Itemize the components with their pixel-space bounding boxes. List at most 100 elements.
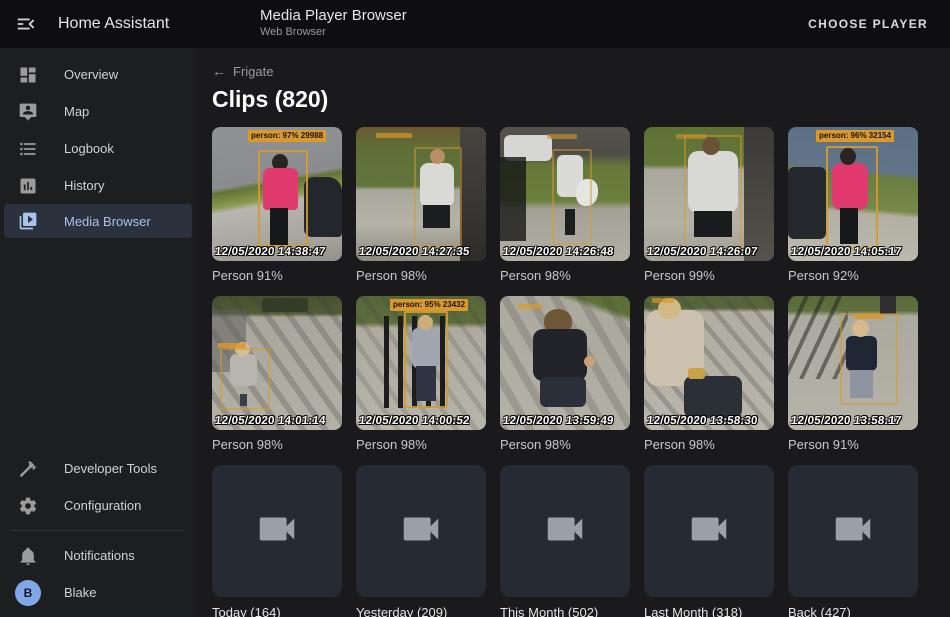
clip-thumbnail: 12/05/2020 13:58:30 <box>644 296 774 430</box>
sidebar-item-logbook[interactable]: Logbook <box>0 130 196 167</box>
clip-timestamp: 12/05/2020 14:00:52 <box>358 415 470 427</box>
clip-label: Person 91% <box>788 437 918 452</box>
folder-card-back[interactable]: Back (427) <box>788 465 918 617</box>
sidebar-item-configuration[interactable]: Configuration <box>0 487 196 524</box>
clip-card[interactable]: person: 97% 29988 12/05/2020 14:38:47 Pe… <box>212 127 342 283</box>
clip-card[interactable]: 12/05/2020 14:27:35 Person 98% <box>356 127 486 283</box>
sidebar-item-label: Overview <box>64 67 118 82</box>
detection-marker <box>854 314 884 319</box>
detection-bounding-box <box>258 150 308 247</box>
folder-card-today[interactable]: Today (164) <box>212 465 342 617</box>
gear-icon <box>18 496 38 516</box>
clip-thumbnail: person: 97% 29988 12/05/2020 14:38:47 <box>212 127 342 261</box>
clip-thumbnail: 12/05/2020 14:26:07 <box>644 127 774 261</box>
detection-marker <box>518 304 542 309</box>
page-header-subtitle: Web Browser <box>260 26 407 40</box>
clip-card[interactable]: 12/05/2020 14:26:07 Person 99% <box>644 127 774 283</box>
clip-label: Person 98% <box>500 437 630 452</box>
detection-label: person: 96% 32154 <box>816 130 894 142</box>
video-camera-icon <box>398 506 444 557</box>
clip-card[interactable]: 12/05/2020 13:59:49 Person 98% <box>500 296 630 452</box>
video-camera-icon <box>542 506 588 557</box>
sidebar-item-media-browser[interactable]: Media Browser <box>4 204 192 238</box>
clip-label: Person 98% <box>356 268 486 283</box>
sidebar-item-notifications[interactable]: Notifications <box>0 537 196 574</box>
folder-card-yesterday[interactable]: Yesterday (209) <box>356 465 486 617</box>
detection-label: person: 97% 29988 <box>248 130 326 142</box>
clip-timestamp: 12/05/2020 13:59:49 <box>502 415 614 427</box>
detection-label: person: 95% 23432 <box>390 299 468 311</box>
clips-grid: person: 97% 29988 12/05/2020 14:38:47 Pe… <box>196 113 950 617</box>
detection-bounding-box <box>826 146 878 249</box>
clip-card[interactable]: person: 96% 32154 12/05/2020 14:05:17 Pe… <box>788 127 918 283</box>
sidebar-item-label: Logbook <box>64 141 114 156</box>
folder-label: Last Month (318) <box>644 605 774 617</box>
clip-timestamp: 12/05/2020 14:26:48 <box>502 246 614 258</box>
detection-marker <box>547 134 577 139</box>
sidebar-item-label: Media Browser <box>64 214 151 229</box>
top-app-bar: Home Assistant Media Player Browser Web … <box>0 0 950 48</box>
sidebar-item-overview[interactable]: Overview <box>0 56 196 93</box>
map-account-icon <box>18 102 38 122</box>
clip-thumbnail: 12/05/2020 13:58:17 <box>788 296 918 430</box>
clip-card[interactable]: 12/05/2020 14:01:14 Person 98% <box>212 296 342 452</box>
detection-bounding-box <box>840 313 898 405</box>
clip-card[interactable]: 12/05/2020 13:58:30 Person 98% <box>644 296 774 452</box>
clip-thumbnail: 12/05/2020 13:59:49 <box>500 296 630 430</box>
page-header: Media Player Browser Web Browser <box>260 7 407 40</box>
clip-timestamp: 12/05/2020 13:58:30 <box>646 415 758 427</box>
user-name: Blake <box>64 585 97 600</box>
clip-label: Person 98% <box>500 268 630 283</box>
clip-label: Person 91% <box>212 268 342 283</box>
clip-card[interactable]: 12/05/2020 13:58:17 Person 91% <box>788 296 918 452</box>
clip-thumbnail: person: 95% 23432 12/05/2020 14:00:52 <box>356 296 486 430</box>
folder-label: Today (164) <box>212 605 342 617</box>
folder-thumbnail <box>212 465 342 597</box>
sidebar-item-history[interactable]: History <box>0 167 196 204</box>
breadcrumb-back[interactable]: ← Frigate <box>196 48 273 79</box>
list-icon <box>18 139 38 159</box>
detection-bounding-box <box>552 149 592 245</box>
video-camera-icon <box>254 506 300 557</box>
clip-timestamp: 12/05/2020 13:58:17 <box>790 415 902 427</box>
app-name: Home Assistant <box>58 15 169 33</box>
sidebar-item-profile[interactable]: B Blake <box>0 574 196 611</box>
sidebar-item-label: Notifications <box>64 548 135 563</box>
clip-card[interactable]: person: 95% 23432 12/05/2020 14:00:52 Pe… <box>356 296 486 452</box>
video-camera-icon <box>686 506 732 557</box>
clip-card[interactable]: 12/05/2020 14:26:48 Person 98% <box>500 127 630 283</box>
folder-thumbnail <box>644 465 774 597</box>
sidebar-item-label: Configuration <box>64 498 141 513</box>
video-camera-icon <box>830 506 876 557</box>
clip-timestamp: 12/05/2020 14:38:47 <box>214 246 326 258</box>
chart-icon <box>18 176 38 196</box>
detection-marker <box>676 134 706 139</box>
clip-thumbnail: person: 96% 32154 12/05/2020 14:05:17 <box>788 127 918 261</box>
sidebar-spacer <box>0 238 196 450</box>
detection-bounding-box <box>220 348 270 410</box>
sidebar-item-label: Developer Tools <box>64 461 157 476</box>
menu-open-icon[interactable] <box>14 12 38 36</box>
folder-thumbnail <box>356 465 486 597</box>
user-avatar: B <box>15 580 41 606</box>
clip-timestamp: 12/05/2020 14:05:17 <box>790 246 902 258</box>
clip-timestamp: 12/05/2020 14:01:14 <box>214 415 326 427</box>
back-arrow-icon: ← <box>212 63 226 79</box>
clip-thumbnail: 12/05/2020 14:01:14 <box>212 296 342 430</box>
choose-player-button[interactable]: CHOOSE PLAYER <box>802 9 934 39</box>
folder-card-last-month[interactable]: Last Month (318) <box>644 465 774 617</box>
detection-marker <box>652 298 674 303</box>
detection-bounding-box <box>414 147 462 247</box>
folder-label: Back (427) <box>788 605 918 617</box>
page-header-title: Media Player Browser <box>260 7 407 26</box>
hammer-icon <box>18 459 38 479</box>
folder-label: Yesterday (209) <box>356 605 486 617</box>
folder-thumbnail <box>500 465 630 597</box>
sidebar-item-developer-tools[interactable]: Developer Tools <box>0 450 196 487</box>
clip-thumbnail: 12/05/2020 14:27:35 <box>356 127 486 261</box>
sidebar-item-map[interactable]: Map <box>0 93 196 130</box>
clip-label: Person 99% <box>644 268 774 283</box>
folder-card-this-month[interactable]: This Month (502) <box>500 465 630 617</box>
folder-thumbnail <box>788 465 918 597</box>
detection-marker <box>376 133 412 138</box>
